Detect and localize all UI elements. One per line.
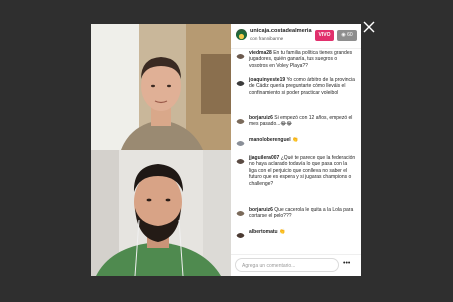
video-bottom-participant bbox=[91, 150, 231, 276]
close-icon bbox=[363, 21, 375, 33]
eye-icon: ◉ bbox=[341, 32, 346, 38]
comment-user[interactable]: borjaruiz6 bbox=[249, 207, 273, 213]
comment-footer: Agrega un comentario... ••• bbox=[231, 254, 361, 276]
live-video[interactable] bbox=[91, 24, 231, 276]
avatar[interactable] bbox=[236, 229, 245, 238]
video-top-participant bbox=[91, 24, 231, 150]
comment-user[interactable]: borjaruiz6 bbox=[249, 115, 273, 121]
more-options-button[interactable]: ••• bbox=[343, 260, 350, 267]
comment-text: jjaguilera007 ¿Qué te parece que la fede… bbox=[249, 155, 356, 187]
comment-user[interactable]: jjaguilera007 bbox=[249, 155, 279, 161]
comment-user[interactable]: albertomatu bbox=[249, 229, 278, 235]
live-side-panel: unicaja.costadealmeria con frannibarme V… bbox=[231, 24, 361, 276]
comment-text: borjaruiz6 Si empezó con 12 años, empezó… bbox=[249, 115, 356, 128]
comment-user[interactable]: joaquinyeste19 bbox=[249, 77, 285, 83]
avatar[interactable] bbox=[236, 77, 245, 86]
viewer-count: ◉ 60 bbox=[337, 30, 357, 41]
comment-list[interactable]: viedma28 En tu familia política tienes g… bbox=[231, 49, 361, 254]
avatar[interactable] bbox=[236, 115, 245, 124]
account-name[interactable]: unicaja.costadealmeria bbox=[250, 28, 312, 34]
comment-text: viedma28 En tu familia política tienes g… bbox=[249, 50, 356, 69]
close-button[interactable] bbox=[362, 20, 376, 34]
live-header: unicaja.costadealmeria con frannibarme V… bbox=[231, 24, 361, 49]
live-badge: VIVO bbox=[315, 30, 334, 41]
comment-text: joaquinyeste19 Yo como árbitro de la pro… bbox=[249, 77, 356, 96]
avatar[interactable] bbox=[236, 29, 247, 40]
avatar[interactable] bbox=[236, 155, 245, 164]
live-modal: unicaja.costadealmeria con frannibarme V… bbox=[91, 24, 361, 276]
comment-input[interactable]: Agrega un comentario... bbox=[235, 258, 339, 272]
avatar[interactable] bbox=[236, 50, 245, 59]
avatar[interactable] bbox=[236, 207, 245, 216]
comment-body: 👏 bbox=[279, 229, 286, 235]
comment-text: borjaruiz6 Que cacerola le quita a la Lo… bbox=[249, 207, 356, 220]
comment-user[interactable]: viedma28 bbox=[249, 50, 272, 56]
comment-text: albertomatu 👏 bbox=[249, 229, 356, 235]
comment-user[interactable]: manoloberenguel bbox=[249, 137, 291, 143]
comment-body: 👏 bbox=[292, 137, 299, 143]
live-with-subtitle: con frannibarme bbox=[250, 36, 284, 41]
avatar[interactable] bbox=[236, 137, 245, 146]
comment-text: manoloberenguel 👏 bbox=[249, 137, 356, 143]
viewer-count-value: 60 bbox=[347, 32, 353, 38]
